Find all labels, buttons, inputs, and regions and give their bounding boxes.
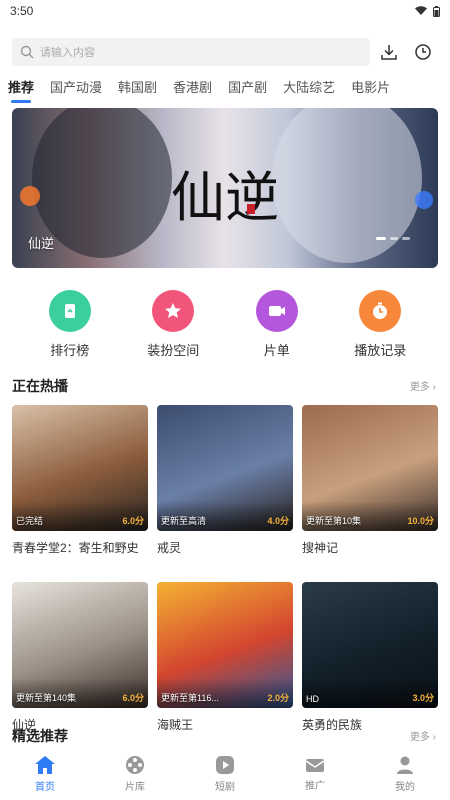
status-time: 3:50 (10, 4, 34, 18)
rating-score: 3.0分 (412, 693, 434, 703)
carousel-dot (376, 237, 386, 240)
video-thumbnail: 已完结 6.0分 (12, 405, 148, 531)
section-title-featured: 精选推荐 (12, 728, 68, 744)
ranking-icon (48, 290, 91, 332)
video-card[interactable]: HD 3.0分 英勇的民族 (302, 582, 438, 733)
bottom-nav: 首页 片库 短剧 推广 我的 (0, 748, 450, 800)
battery-icon (433, 5, 440, 17)
rating-score: 4.0分 (267, 516, 289, 526)
shortcut-row: 排行榜 装扮空间 片单 播放记录 (0, 290, 450, 359)
video-title: 戒灵 (157, 541, 182, 555)
video-card[interactable]: 更新至高清 4.0分戒灵 (157, 405, 293, 556)
category-tabs: 推荐 国产动漫 韩国剧 香港剧 国产剧 大陆综艺 电影片 (8, 78, 442, 104)
video-card[interactable]: 更新至第10集 10.0分搜神记 (302, 405, 438, 556)
timer-icon (359, 290, 402, 332)
shortcut-label: 排行榜 (50, 343, 90, 358)
nav-label: 短剧 (215, 782, 235, 793)
rating-score: 6.0分 (122, 516, 144, 526)
shortcut-ranking[interactable]: 排行榜 (25, 290, 115, 359)
nav-label: 首页 (35, 782, 55, 793)
search-icon (20, 45, 34, 59)
episode-status: 更新至第116... (161, 693, 219, 703)
star-icon (152, 290, 195, 332)
more-label: 更多 (409, 382, 430, 393)
more-label: 更多 (409, 732, 430, 743)
download-button[interactable] (374, 38, 404, 66)
rating-score: 6.0分 (122, 693, 144, 703)
episode-status: 已完结 (16, 516, 44, 526)
play-icon (216, 756, 234, 774)
search-input[interactable]: 请输入内容 (12, 38, 370, 66)
shortcut-label: 装扮空间 (147, 343, 200, 358)
rating-score: 2.0分 (267, 693, 289, 703)
tab-korean-drama[interactable]: 韩国剧 (118, 78, 157, 98)
user-icon (397, 756, 413, 774)
video-thumbnail: 更新至第10集 10.0分 (302, 405, 438, 531)
search-placeholder: 请输入内容 (40, 47, 95, 59)
video-thumbnail: HD 3.0分 (302, 582, 438, 708)
shortcut-playlist[interactable]: 片单 (232, 290, 322, 359)
video-title: 搜神记 (302, 541, 339, 555)
rating-score: 10.0分 (407, 516, 434, 526)
episode-status: HD (306, 694, 319, 704)
search-row: 请输入内容 (12, 38, 438, 66)
film-reel-icon (126, 756, 144, 774)
shortcut-dressup[interactable]: 装扮空间 (128, 290, 218, 359)
shortcut-label: 播放记录 (354, 343, 407, 358)
video-thumbnail: 更新至第140集 6.0分 (12, 582, 148, 708)
tab-recommend[interactable]: 推荐 (8, 78, 34, 103)
status-bar: 3:50 (0, 0, 450, 22)
shortcut-history[interactable]: 播放记录 (335, 290, 425, 359)
home-icon (35, 756, 55, 774)
hero-banner[interactable]: 仙逆 仙逆 (12, 108, 438, 268)
video-card[interactable]: 已完结 6.0分青春学堂2：寄生和野史 (12, 405, 148, 556)
nav-profile[interactable]: 我的 (370, 755, 440, 793)
video-card[interactable]: 更新至第116... 2.0分海贼王 (157, 582, 293, 733)
shortcut-label: 片单 (263, 343, 290, 358)
hot-grid: 已完结 6.0分 青春学堂2：寄生和野史 更新至高清 4.0分 戒灵 更新至第10集 10.0… (12, 405, 438, 733)
tab-domestic-drama[interactable]: 国产剧 (228, 78, 267, 98)
nav-label: 我的 (395, 782, 415, 793)
section-title-hot: 正在热播 (12, 378, 68, 394)
banner-artwork: 仙逆 (20, 108, 433, 263)
nav-short-drama[interactable]: 短剧 (190, 755, 260, 793)
episode-status: 更新至第140集 (16, 693, 77, 703)
video-thumbnail: 更新至第116... 2.0分 (157, 582, 293, 708)
nav-label: 片库 (125, 782, 145, 793)
hot-more-link[interactable]: 更多 › (410, 378, 436, 393)
episode-status: 更新至第10集 (306, 516, 362, 526)
wifi-icon (415, 6, 427, 15)
nav-home[interactable]: 首页 (10, 755, 80, 793)
download-icon (381, 45, 397, 60)
featured-more-link[interactable]: 更多 › (410, 728, 436, 743)
nav-promote[interactable]: 推广 (280, 756, 350, 792)
video-card[interactable]: 更新至第140集 6.0分 仙逆 (12, 582, 148, 733)
tab-movies[interactable]: 电影片 (351, 78, 390, 98)
clock-icon (415, 44, 431, 60)
history-button[interactable] (408, 38, 438, 66)
tab-variety[interactable]: 大陆综艺 (283, 78, 335, 98)
episode-status: 更新至高清 (161, 516, 207, 526)
video-title: 海贼王 (157, 718, 194, 732)
video-title: 青春学堂2：寄生和野史 (12, 541, 139, 555)
mail-icon (305, 759, 325, 772)
tab-hk-drama[interactable]: 香港剧 (173, 78, 212, 98)
banner-caption: 仙逆 (28, 236, 55, 251)
carousel-dot (390, 237, 398, 240)
video-thumbnail: 更新至高清 4.0分 (157, 405, 293, 531)
video-icon (255, 290, 298, 332)
carousel-dots (376, 237, 410, 240)
banner-calligraphy: 仙逆 (171, 166, 279, 229)
status-icons (415, 5, 440, 17)
nav-label: 推广 (305, 781, 325, 792)
nav-library[interactable]: 片库 (100, 755, 170, 793)
carousel-dot (402, 237, 410, 240)
tab-domestic-anime[interactable]: 国产动漫 (50, 78, 102, 98)
